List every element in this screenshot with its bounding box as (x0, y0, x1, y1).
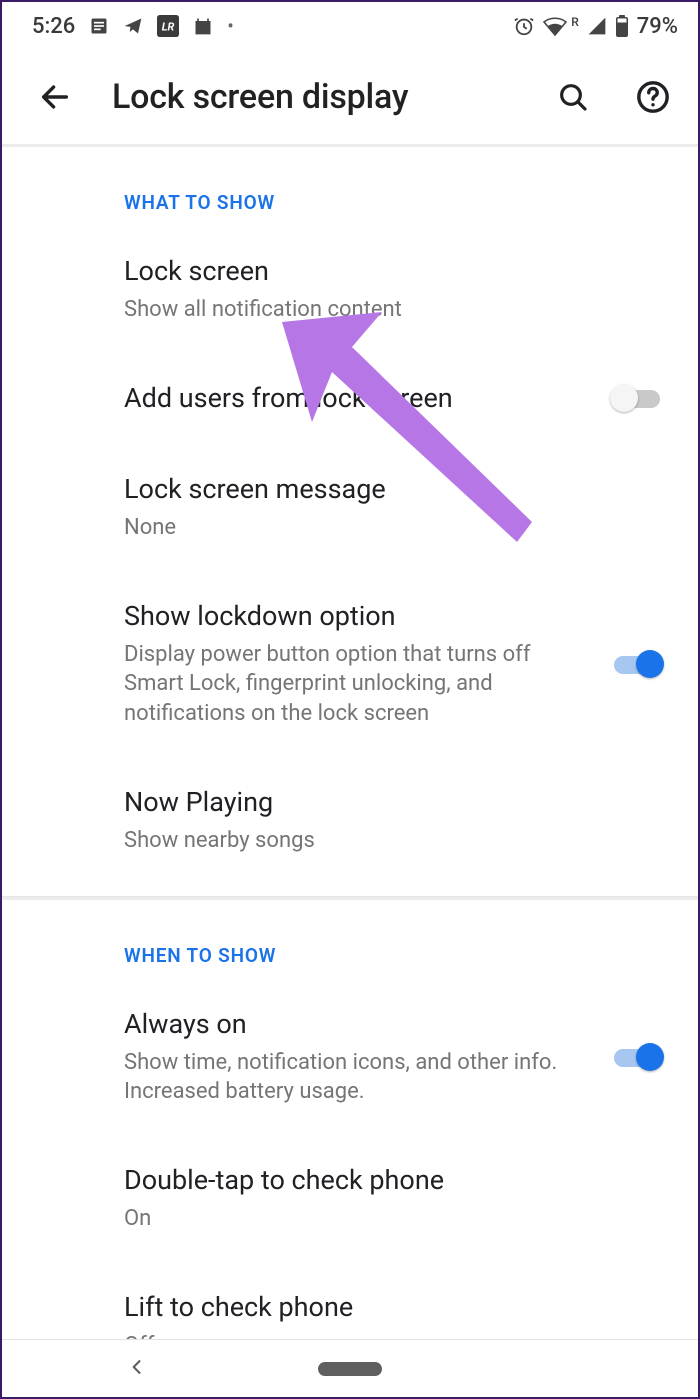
row-sub: Display power button option that turns o… (124, 640, 590, 729)
notif-icon-more: • (227, 16, 233, 37)
wifi-icon (543, 15, 567, 37)
row-lift[interactable]: Lift to check phone Off (2, 1262, 698, 1339)
row-sub: Show nearby songs (124, 826, 644, 856)
toggle-lockdown[interactable] (610, 649, 664, 679)
section-title-when: WHEN TO SHOW (2, 900, 698, 979)
row-lockdown[interactable]: Show lockdown option Display power butto… (2, 571, 698, 757)
row-sub: Show time, notification icons, and other… (124, 1048, 590, 1107)
notif-icon-telegram (123, 16, 143, 36)
roaming-indicator: R (571, 15, 579, 29)
row-label: Lock screen (124, 254, 644, 289)
nav-home-pill[interactable] (318, 1362, 382, 1376)
row-lock-screen[interactable]: Lock screen Show all notification conten… (2, 226, 698, 353)
row-sub: Show all notification content (124, 295, 644, 325)
row-label: Lock screen message (124, 472, 644, 507)
notif-icon-lr: LR (157, 15, 179, 37)
row-sub: On (124, 1204, 644, 1234)
search-button[interactable] (550, 74, 596, 120)
row-now-playing[interactable]: Now Playing Show nearby songs (2, 757, 698, 884)
row-label: Always on (124, 1007, 590, 1042)
row-label: Now Playing (124, 785, 644, 820)
status-bar: 5:26 LR • R (2, 2, 698, 50)
alarm-icon (513, 15, 535, 37)
notif-icon-calendar (193, 16, 213, 36)
row-sub: Off (124, 1331, 644, 1339)
help-button[interactable] (630, 74, 676, 120)
toggle-add-users[interactable] (610, 383, 664, 413)
battery-icon (615, 15, 629, 37)
app-header: Lock screen display (2, 50, 698, 144)
status-time: 5:26 (32, 14, 75, 39)
status-battery: 79% (637, 14, 678, 39)
row-label: Show lockdown option (124, 599, 590, 634)
row-sub: None (124, 513, 644, 543)
back-button[interactable] (32, 74, 78, 120)
row-label: Add users from lock screen (124, 381, 590, 416)
row-add-users[interactable]: Add users from lock screen (2, 353, 698, 444)
row-always-on[interactable]: Always on Show time, notification icons,… (2, 979, 698, 1135)
content-area: WHAT TO SHOW Lock screen Show all notifi… (2, 144, 698, 1339)
toggle-always-on[interactable] (610, 1042, 664, 1072)
nav-bar (2, 1339, 698, 1397)
nav-back-button[interactable] (127, 1357, 147, 1381)
svg-text:LR: LR (162, 21, 175, 34)
row-label: Double-tap to check phone (124, 1163, 644, 1198)
row-label: Lift to check phone (124, 1290, 644, 1325)
notif-icon-message (89, 16, 109, 36)
row-double-tap[interactable]: Double-tap to check phone On (2, 1135, 698, 1262)
section-title-what: WHAT TO SHOW (2, 147, 698, 226)
row-lock-message[interactable]: Lock screen message None (2, 444, 698, 571)
page-title: Lock screen display (112, 77, 516, 117)
signal-icon (587, 16, 607, 36)
